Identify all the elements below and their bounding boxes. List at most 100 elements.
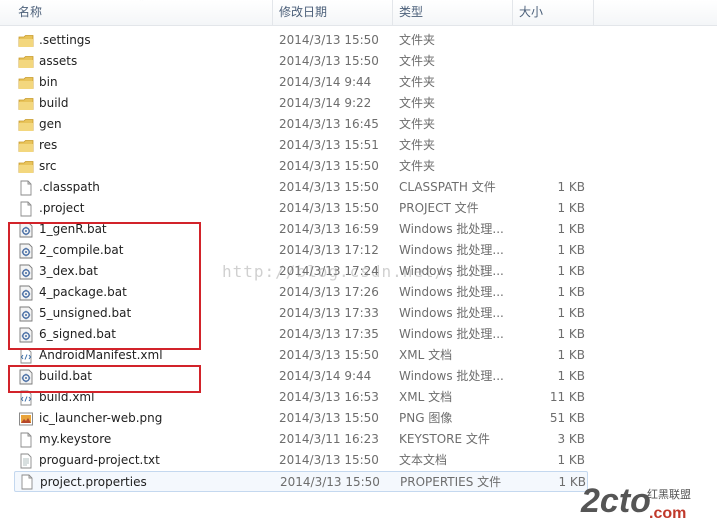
file-name: build [39,96,69,110]
file-type: 文件夹 [399,75,436,89]
file-date: 2014/3/13 16:53 [279,390,379,404]
file-row[interactable]: .classpath 2014/3/13 15:50 CLASSPATH 文件 1 K… [0,177,600,198]
file-name: gen [39,117,62,131]
file-row[interactable]: src 2014/3/13 15:50 文件夹 [0,156,600,177]
file-date: 2014/3/14 9:44 [279,369,372,383]
column-divider[interactable] [593,0,594,25]
batch-file-icon [19,369,33,385]
file-icon [21,474,33,490]
file-size: 1 KB [557,285,585,299]
column-divider[interactable] [272,0,273,25]
file-row[interactable]: build.xml 2014/3/13 16:53 XML 文档 11 KB [0,387,600,408]
file-row[interactable]: .project 2014/3/13 15:50 PROJECT 文件 1 KB [0,198,600,219]
file-icon [20,201,32,217]
file-date: 2014/3/13 17:12 [279,243,379,257]
file-date: 2014/3/13 16:59 [279,222,379,236]
file-size: 1 KB [557,369,585,383]
file-row[interactable]: my.keystore 2014/3/11 16:23 KEYSTORE 文件 3 K… [0,429,600,450]
folder-icon [18,35,34,47]
file-date: 2014/3/13 15:50 [280,475,380,489]
file-row[interactable]: build.bat 2014/3/14 9:44 Windows 批处理... 1 K… [0,366,600,387]
batch-file-icon [19,243,33,259]
file-date: 2014/3/14 9:22 [279,96,372,110]
file-size: 1 KB [557,180,585,194]
file-name: res [39,138,58,152]
file-type: Windows 批处理... [399,222,504,236]
file-row[interactable]: 6_signed.bat 2014/3/13 17:35 Windows 批处理..… [0,324,600,345]
file-name: .settings [39,33,91,47]
column-divider[interactable] [392,0,393,25]
file-date: 2014/3/13 15:50 [279,453,379,467]
batch-file-icon [19,264,33,280]
file-date: 2014/3/13 15:50 [279,54,379,68]
file-type: Windows 批处理... [399,369,504,383]
file-type: PROPERTIES 文件 [400,475,502,489]
file-date: 2014/3/13 17:33 [279,306,379,320]
file-size: 1 KB [557,264,585,278]
file-type: 文件夹 [399,117,436,131]
file-size: 1 KB [557,348,585,362]
file-row[interactable]: assets 2014/3/13 15:50 文件夹 [0,51,600,72]
file-name: 2_compile.bat [39,243,124,257]
file-type: 文件夹 [399,96,436,110]
site-logo: 2cto 红黑联盟 .com [580,482,691,522]
file-date: 2014/3/13 16:45 [279,117,379,131]
file-row[interactable]: 2_compile.bat 2014/3/13 17:12 Windows 批处理.… [0,240,600,261]
file-row[interactable]: bin 2014/3/14 9:44 文件夹 [0,72,600,93]
file-size: 1 KB [557,327,585,341]
batch-file-icon [19,327,33,343]
file-type: 文件夹 [399,159,436,173]
file-row[interactable]: 4_package.bat 2014/3/13 17:26 Windows 批处理.… [0,282,600,303]
sort-ascending-icon: ⌃ [138,0,145,6]
file-date: 2014/3/13 15:50 [279,348,379,362]
file-name: project.properties [40,475,147,489]
file-row[interactable]: gen 2014/3/13 16:45 文件夹 [0,114,600,135]
file-name: assets [39,54,78,68]
file-date: 2014/3/11 16:23 [279,432,379,446]
file-size: 11 KB [549,390,585,404]
file-type: Windows 批处理... [399,285,504,299]
file-size: 1 KB [557,222,585,236]
file-row[interactable]: proguard-project.txt 2014/3/13 15:50 文本文档 1… [0,450,600,471]
folder-icon [18,140,34,152]
file-name: 3_dex.bat [39,264,99,278]
logo-cn-text: 红黑联盟 [647,488,691,501]
column-header-type[interactable]: 类型 [395,0,512,25]
file-row[interactable]: ic_launcher-web.png 2014/3/13 15:50 PNG 图像… [0,408,600,429]
folder-icon [18,77,34,89]
column-header-bar: 名称 ⌃ 修改日期 类型 大小 [0,0,717,26]
file-size: 1 KB [557,243,585,257]
file-row[interactable]: 1_genR.bat 2014/3/13 16:59 Windows 批处理... 1… [0,219,600,240]
file-name: .classpath [39,180,100,194]
file-icon [20,432,32,448]
column-header-date[interactable]: 修改日期 [275,0,392,25]
logo-domain-text: .com [649,505,686,522]
file-row[interactable]: build 2014/3/14 9:22 文件夹 [0,93,600,114]
file-name: .project [39,201,85,215]
file-name: 5_unsigned.bat [39,306,132,320]
file-row[interactable]: res 2014/3/13 15:51 文件夹 [0,135,600,156]
watermark-url: http://blog.csdn.net/...l [222,262,488,281]
file-name: build.xml [39,390,95,404]
column-divider[interactable] [512,0,513,25]
file-row[interactable]: .settings 2014/3/13 15:50 文件夹 [0,30,600,51]
file-size: 1 KB [557,306,585,320]
file-size: 51 KB [549,411,585,425]
file-row[interactable]: project.properties 2014/3/13 15:50 PROPERT… [14,471,588,492]
file-type: 文件夹 [399,33,436,47]
batch-file-icon [19,306,33,322]
file-name: bin [39,75,58,89]
batch-file-icon [19,285,33,301]
file-type: PNG 图像 [399,411,453,425]
file-date: 2014/3/13 15:50 [279,180,379,194]
text-file-icon [20,453,32,469]
folder-icon [18,98,34,110]
file-size: 1 KB [557,201,585,215]
file-row[interactable]: 5_unsigned.bat 2014/3/13 17:33 Windows 批处理… [0,303,600,324]
file-row[interactable]: AndroidManifest.xml 2014/3/13 15:50 XML 文档… [0,345,600,366]
file-date: 2014/3/13 17:26 [279,285,379,299]
file-size: 3 KB [557,432,585,446]
column-header-size[interactable]: 大小 [515,0,593,25]
file-type: 文件夹 [399,54,436,68]
file-name: build.bat [39,369,92,383]
